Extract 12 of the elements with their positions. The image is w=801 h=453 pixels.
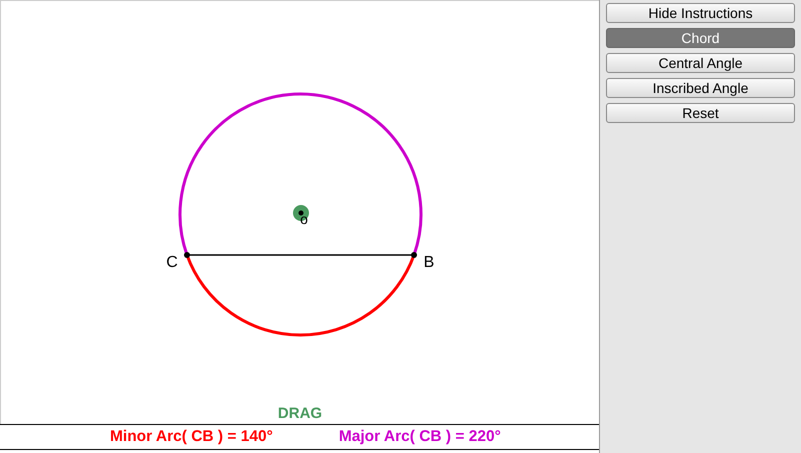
arc-measurement: Major Arc( CB ) = 220° bbox=[338, 428, 501, 446]
point-label: C bbox=[166, 254, 178, 271]
drag-label: DRAG bbox=[278, 405, 322, 422]
tool-button[interactable]: Central Angle bbox=[606, 53, 795, 73]
tool-button[interactable]: Chord bbox=[606, 28, 795, 48]
tool-button[interactable]: Inscribed Angle bbox=[606, 78, 795, 98]
point[interactable] bbox=[411, 252, 417, 258]
tool-button[interactable]: Hide Instructions bbox=[606, 3, 795, 23]
tool-button[interactable]: Reset bbox=[606, 103, 795, 123]
point[interactable] bbox=[184, 252, 190, 258]
arc-measurement: Minor Arc( CB ) = 140° bbox=[110, 428, 273, 446]
point-label: B bbox=[424, 254, 434, 271]
